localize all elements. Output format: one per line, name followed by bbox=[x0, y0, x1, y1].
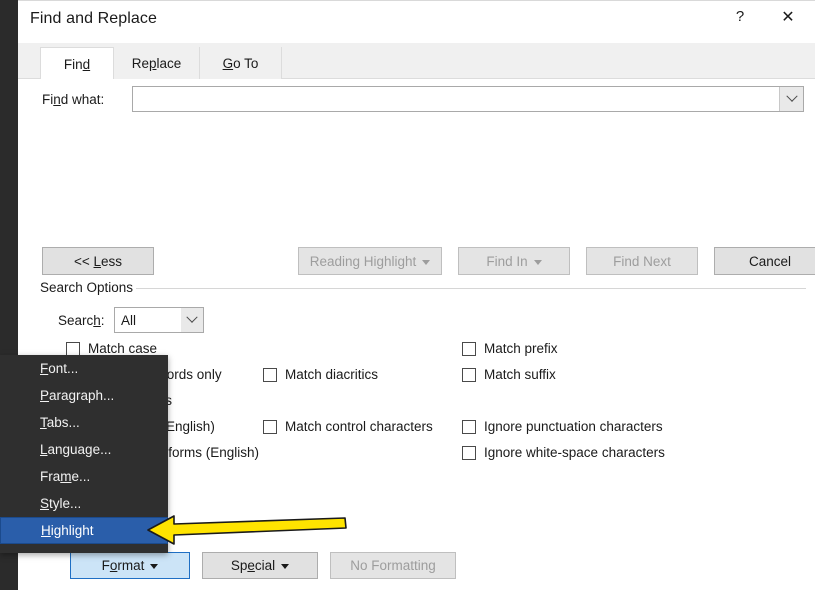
menu-item-label: Highlight bbox=[41, 523, 94, 538]
find-what-label: Find what: bbox=[42, 92, 105, 107]
menu-item-label: Tabs... bbox=[40, 415, 80, 430]
tab-find-mnemonic: d bbox=[82, 56, 91, 72]
chevron-down-icon bbox=[533, 259, 542, 265]
menu-item-highlight[interactable]: Highlight bbox=[0, 517, 168, 544]
menu-item-paragraph[interactable]: Paragraph... bbox=[0, 382, 168, 409]
checkbox-match-control-characters[interactable]: Match control characters bbox=[263, 419, 433, 434]
checkbox-box[interactable] bbox=[263, 419, 277, 434]
checkbox-label: Match prefix bbox=[484, 341, 558, 356]
dialog-title: Find and Replace bbox=[30, 10, 158, 27]
checkbox-box[interactable] bbox=[462, 367, 476, 382]
tab-strip: Find Replace Go To bbox=[18, 43, 815, 80]
checkbox-label: Match suffix bbox=[484, 367, 556, 382]
search-scope-label: Search: bbox=[58, 313, 105, 328]
checkbox-box[interactable] bbox=[462, 445, 476, 460]
find-what-combobox[interactable] bbox=[132, 86, 804, 112]
checkbox-box[interactable] bbox=[66, 341, 80, 356]
menu-item-label: Frame... bbox=[40, 469, 91, 484]
checkbox-ignore-punctuation-characters[interactable]: Ignore punctuation characters bbox=[462, 419, 663, 434]
cancel-button[interactable]: Cancel bbox=[714, 247, 815, 275]
checkbox-ignore-white-space-characters[interactable]: Ignore white-space characters bbox=[462, 445, 665, 460]
menu-item-tabs[interactable]: Tabs... bbox=[0, 409, 168, 436]
less-button[interactable]: << Less bbox=[42, 247, 154, 275]
search-scope-combobox[interactable]: All bbox=[114, 307, 204, 333]
reading-highlight-label: Reading Highlight bbox=[309, 253, 417, 269]
checkbox-label: Ignore punctuation characters bbox=[484, 419, 663, 434]
checkbox-label: Match diacritics bbox=[285, 367, 379, 382]
close-icon[interactable]: ✕ bbox=[765, 1, 811, 32]
find-what-input[interactable] bbox=[133, 87, 779, 111]
help-icon[interactable]: ? bbox=[717, 1, 763, 32]
chevron-down-icon bbox=[150, 564, 159, 569]
reading-highlight-button[interactable]: Reading Highlight bbox=[298, 247, 442, 275]
checkbox-label: Match control characters bbox=[285, 419, 433, 434]
checkbox-box[interactable] bbox=[263, 367, 277, 382]
tab-replace-mnemonic: p bbox=[148, 55, 157, 71]
find-in-label: Find In bbox=[486, 253, 528, 269]
tab-find-label: Find bbox=[63, 56, 91, 72]
search-options-divider bbox=[136, 288, 806, 289]
special-button-label: Special bbox=[230, 558, 276, 573]
checkbox-box[interactable] bbox=[462, 341, 476, 356]
menu-item-frame[interactable]: Frame... bbox=[0, 463, 168, 490]
special-button[interactable]: Special bbox=[202, 552, 318, 579]
less-button-label: << Less bbox=[73, 253, 123, 269]
chevron-down-icon bbox=[281, 564, 290, 569]
menu-item-label: Font... bbox=[40, 361, 79, 376]
tab-replace[interactable]: Replace bbox=[114, 47, 200, 79]
search-options-group-label: Search Options bbox=[40, 280, 140, 295]
menu-item-language[interactable]: Language... bbox=[0, 436, 168, 463]
format-button[interactable]: Format bbox=[70, 552, 190, 579]
format-button-label: Format bbox=[101, 558, 145, 573]
format-context-menu: Font... Paragraph... Tabs... Language...… bbox=[0, 355, 168, 553]
tab-replace-label: Replace bbox=[131, 55, 182, 71]
chevron-down-icon[interactable] bbox=[181, 308, 203, 332]
title-bar: Find and Replace ? ✕ bbox=[18, 1, 815, 43]
search-scope-value: All bbox=[121, 312, 137, 328]
menu-item-label: Language... bbox=[40, 442, 112, 457]
find-in-button[interactable]: Find In bbox=[458, 247, 570, 275]
checkbox-match-suffix[interactable]: Match suffix bbox=[462, 367, 556, 382]
chevron-down-icon bbox=[422, 259, 431, 265]
menu-item-label: Style... bbox=[40, 496, 82, 511]
no-formatting-button[interactable]: No Formatting bbox=[330, 552, 456, 579]
menu-item-label: Paragraph... bbox=[40, 388, 115, 403]
menu-item-font[interactable]: Font... bbox=[0, 355, 168, 382]
checkbox-match-case[interactable]: Match case bbox=[66, 341, 157, 356]
tab-go-to-label: Go To bbox=[222, 55, 259, 71]
checkbox-match-prefix[interactable]: Match prefix bbox=[462, 341, 558, 356]
find-next-button[interactable]: Find Next bbox=[586, 247, 698, 275]
checkbox-box[interactable] bbox=[462, 419, 476, 434]
tab-go-to[interactable]: Go To bbox=[200, 47, 282, 79]
checkbox-label: Ignore white-space characters bbox=[484, 445, 665, 460]
tab-find[interactable]: Find bbox=[40, 47, 114, 80]
menu-item-style[interactable]: Style... bbox=[0, 490, 168, 517]
checkbox-label: Match case bbox=[88, 341, 158, 356]
checkbox-match-diacritics[interactable]: Match diacritics bbox=[263, 367, 378, 382]
tab-go-to-mnemonic: G bbox=[222, 55, 234, 71]
chevron-down-icon[interactable] bbox=[779, 87, 803, 111]
